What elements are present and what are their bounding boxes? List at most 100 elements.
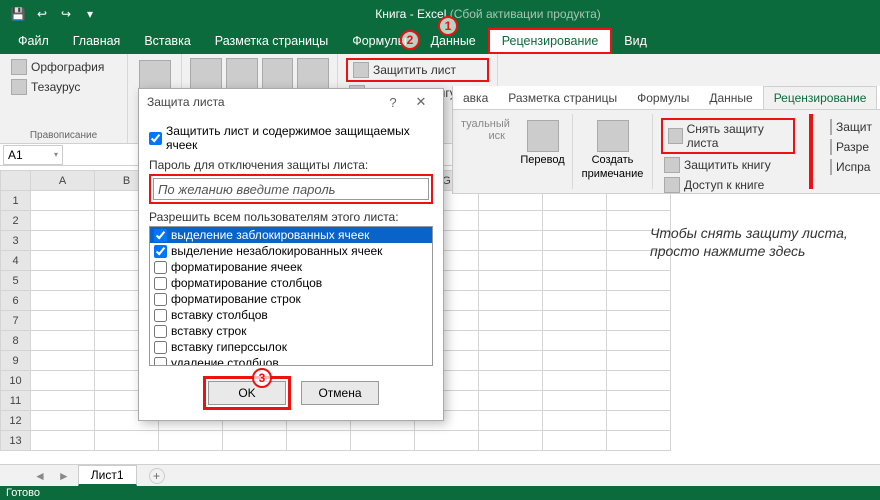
share-workbook-button[interactable]: Доступ к книге — [661, 176, 795, 194]
dialog-help-button[interactable]: ? — [379, 95, 407, 110]
permission-checkbox[interactable] — [154, 309, 167, 322]
row-header[interactable]: 9 — [1, 351, 31, 371]
add-sheet-button[interactable]: + — [149, 468, 165, 484]
cell[interactable] — [479, 211, 543, 231]
permission-checkbox[interactable] — [154, 261, 167, 274]
cell[interactable] — [607, 351, 671, 371]
cell[interactable] — [479, 231, 543, 251]
protect-contents-checkbox[interactable]: Защитить лист и содержимое защищаемых яч… — [149, 124, 433, 152]
thesaurus-button[interactable]: Тезаурус — [8, 78, 119, 96]
dialog-close-button[interactable]: ✕ — [407, 94, 435, 110]
cell[interactable] — [223, 431, 287, 451]
spelling-button[interactable]: Орфография — [8, 58, 119, 76]
cell[interactable] — [543, 431, 607, 451]
cell[interactable] — [543, 311, 607, 331]
cell[interactable] — [479, 251, 543, 271]
tab2-layout[interactable]: Разметка страницы — [498, 86, 627, 109]
cell[interactable] — [607, 371, 671, 391]
cell[interactable] — [479, 271, 543, 291]
permission-checkbox[interactable] — [154, 245, 167, 258]
sheet-nav-prev[interactable]: ◄ — [30, 469, 50, 483]
protect-sheet-button[interactable]: Защитить лист — [350, 61, 485, 79]
protect-workbook-button2[interactable]: Защитить книгу — [661, 156, 795, 174]
save-icon[interactable]: 💾 — [9, 5, 27, 23]
comment3-icon[interactable] — [297, 58, 329, 90]
cell[interactable] — [31, 331, 95, 351]
permission-checkbox[interactable] — [154, 229, 167, 242]
cell[interactable] — [479, 351, 543, 371]
cell[interactable] — [543, 351, 607, 371]
cell[interactable] — [31, 411, 95, 431]
permission-checkbox[interactable] — [154, 325, 167, 338]
cell[interactable] — [543, 331, 607, 351]
row-header[interactable]: 8 — [1, 331, 31, 351]
permission-item[interactable]: удаление столбцов — [150, 355, 432, 366]
cell[interactable] — [31, 251, 95, 271]
track-partial[interactable]: Испра — [827, 158, 871, 176]
cell[interactable] — [31, 291, 95, 311]
password-input[interactable] — [153, 178, 429, 200]
cell[interactable] — [607, 291, 671, 311]
cell[interactable] — [159, 431, 223, 451]
cell[interactable] — [607, 431, 671, 451]
permission-checkbox[interactable] — [154, 341, 167, 354]
cell[interactable] — [543, 231, 607, 251]
cell[interactable] — [31, 431, 95, 451]
cell[interactable] — [479, 331, 543, 351]
name-box[interactable]: A1 — [3, 145, 63, 165]
permission-checkbox[interactable] — [154, 357, 167, 367]
col-header[interactable]: A — [31, 171, 95, 191]
cell[interactable] — [95, 431, 159, 451]
cell[interactable] — [31, 211, 95, 231]
tab-view[interactable]: Вид — [612, 28, 659, 54]
row-header[interactable]: 12 — [1, 411, 31, 431]
cell[interactable] — [543, 371, 607, 391]
cell[interactable] — [479, 391, 543, 411]
cell[interactable] — [607, 311, 671, 331]
permission-item[interactable]: вставку строк — [150, 323, 432, 339]
new-comment-button[interactable]: Создатьпримечание — [581, 118, 644, 182]
cell[interactable] — [31, 351, 95, 371]
tab-layout[interactable]: Разметка страницы — [203, 28, 340, 54]
row-header[interactable]: 7 — [1, 311, 31, 331]
permissions-listbox[interactable]: выделение заблокированных ячееквыделение… — [149, 226, 433, 366]
row-header[interactable]: 3 — [1, 231, 31, 251]
cell[interactable] — [479, 431, 543, 451]
cell[interactable] — [31, 311, 95, 331]
cell[interactable] — [607, 331, 671, 351]
permission-item[interactable]: форматирование строк — [150, 291, 432, 307]
row-header[interactable]: 13 — [1, 431, 31, 451]
cancel-button[interactable]: Отмена — [301, 381, 379, 405]
cell[interactable] — [543, 211, 607, 231]
allow-partial[interactable]: Разре — [827, 138, 871, 156]
cell[interactable] — [479, 311, 543, 331]
cell[interactable] — [479, 371, 543, 391]
permission-item[interactable]: выделение незаблокированных ячеек — [150, 243, 432, 259]
permission-item[interactable]: вставку столбцов — [150, 307, 432, 323]
tab2-review[interactable]: Рецензирование — [763, 86, 878, 109]
tab2-partial[interactable]: авка — [453, 86, 498, 109]
sheet-nav-next[interactable]: ► — [54, 469, 74, 483]
cell[interactable] — [607, 271, 671, 291]
cell[interactable] — [479, 291, 543, 311]
qat-dropdown-icon[interactable]: ▾ — [81, 5, 99, 23]
cell[interactable] — [31, 191, 95, 211]
comment2-icon[interactable] — [262, 58, 294, 90]
cell[interactable] — [31, 391, 95, 411]
cell[interactable] — [543, 271, 607, 291]
cell[interactable] — [607, 411, 671, 431]
row-header[interactable]: 11 — [1, 391, 31, 411]
row-header[interactable]: 1 — [1, 191, 31, 211]
row-header[interactable]: 4 — [1, 251, 31, 271]
permission-item[interactable]: выделение заблокированных ячеек — [150, 227, 432, 243]
cell[interactable] — [543, 411, 607, 431]
cell[interactable] — [543, 251, 607, 271]
cell[interactable] — [479, 411, 543, 431]
cell[interactable] — [415, 431, 479, 451]
ok-button[interactable]: OK — [208, 381, 286, 405]
cell[interactable] — [607, 391, 671, 411]
protect-partial[interactable]: Защит — [827, 118, 871, 136]
cell[interactable] — [31, 231, 95, 251]
cell[interactable] — [351, 431, 415, 451]
permission-item[interactable]: вставку гиперссылок — [150, 339, 432, 355]
